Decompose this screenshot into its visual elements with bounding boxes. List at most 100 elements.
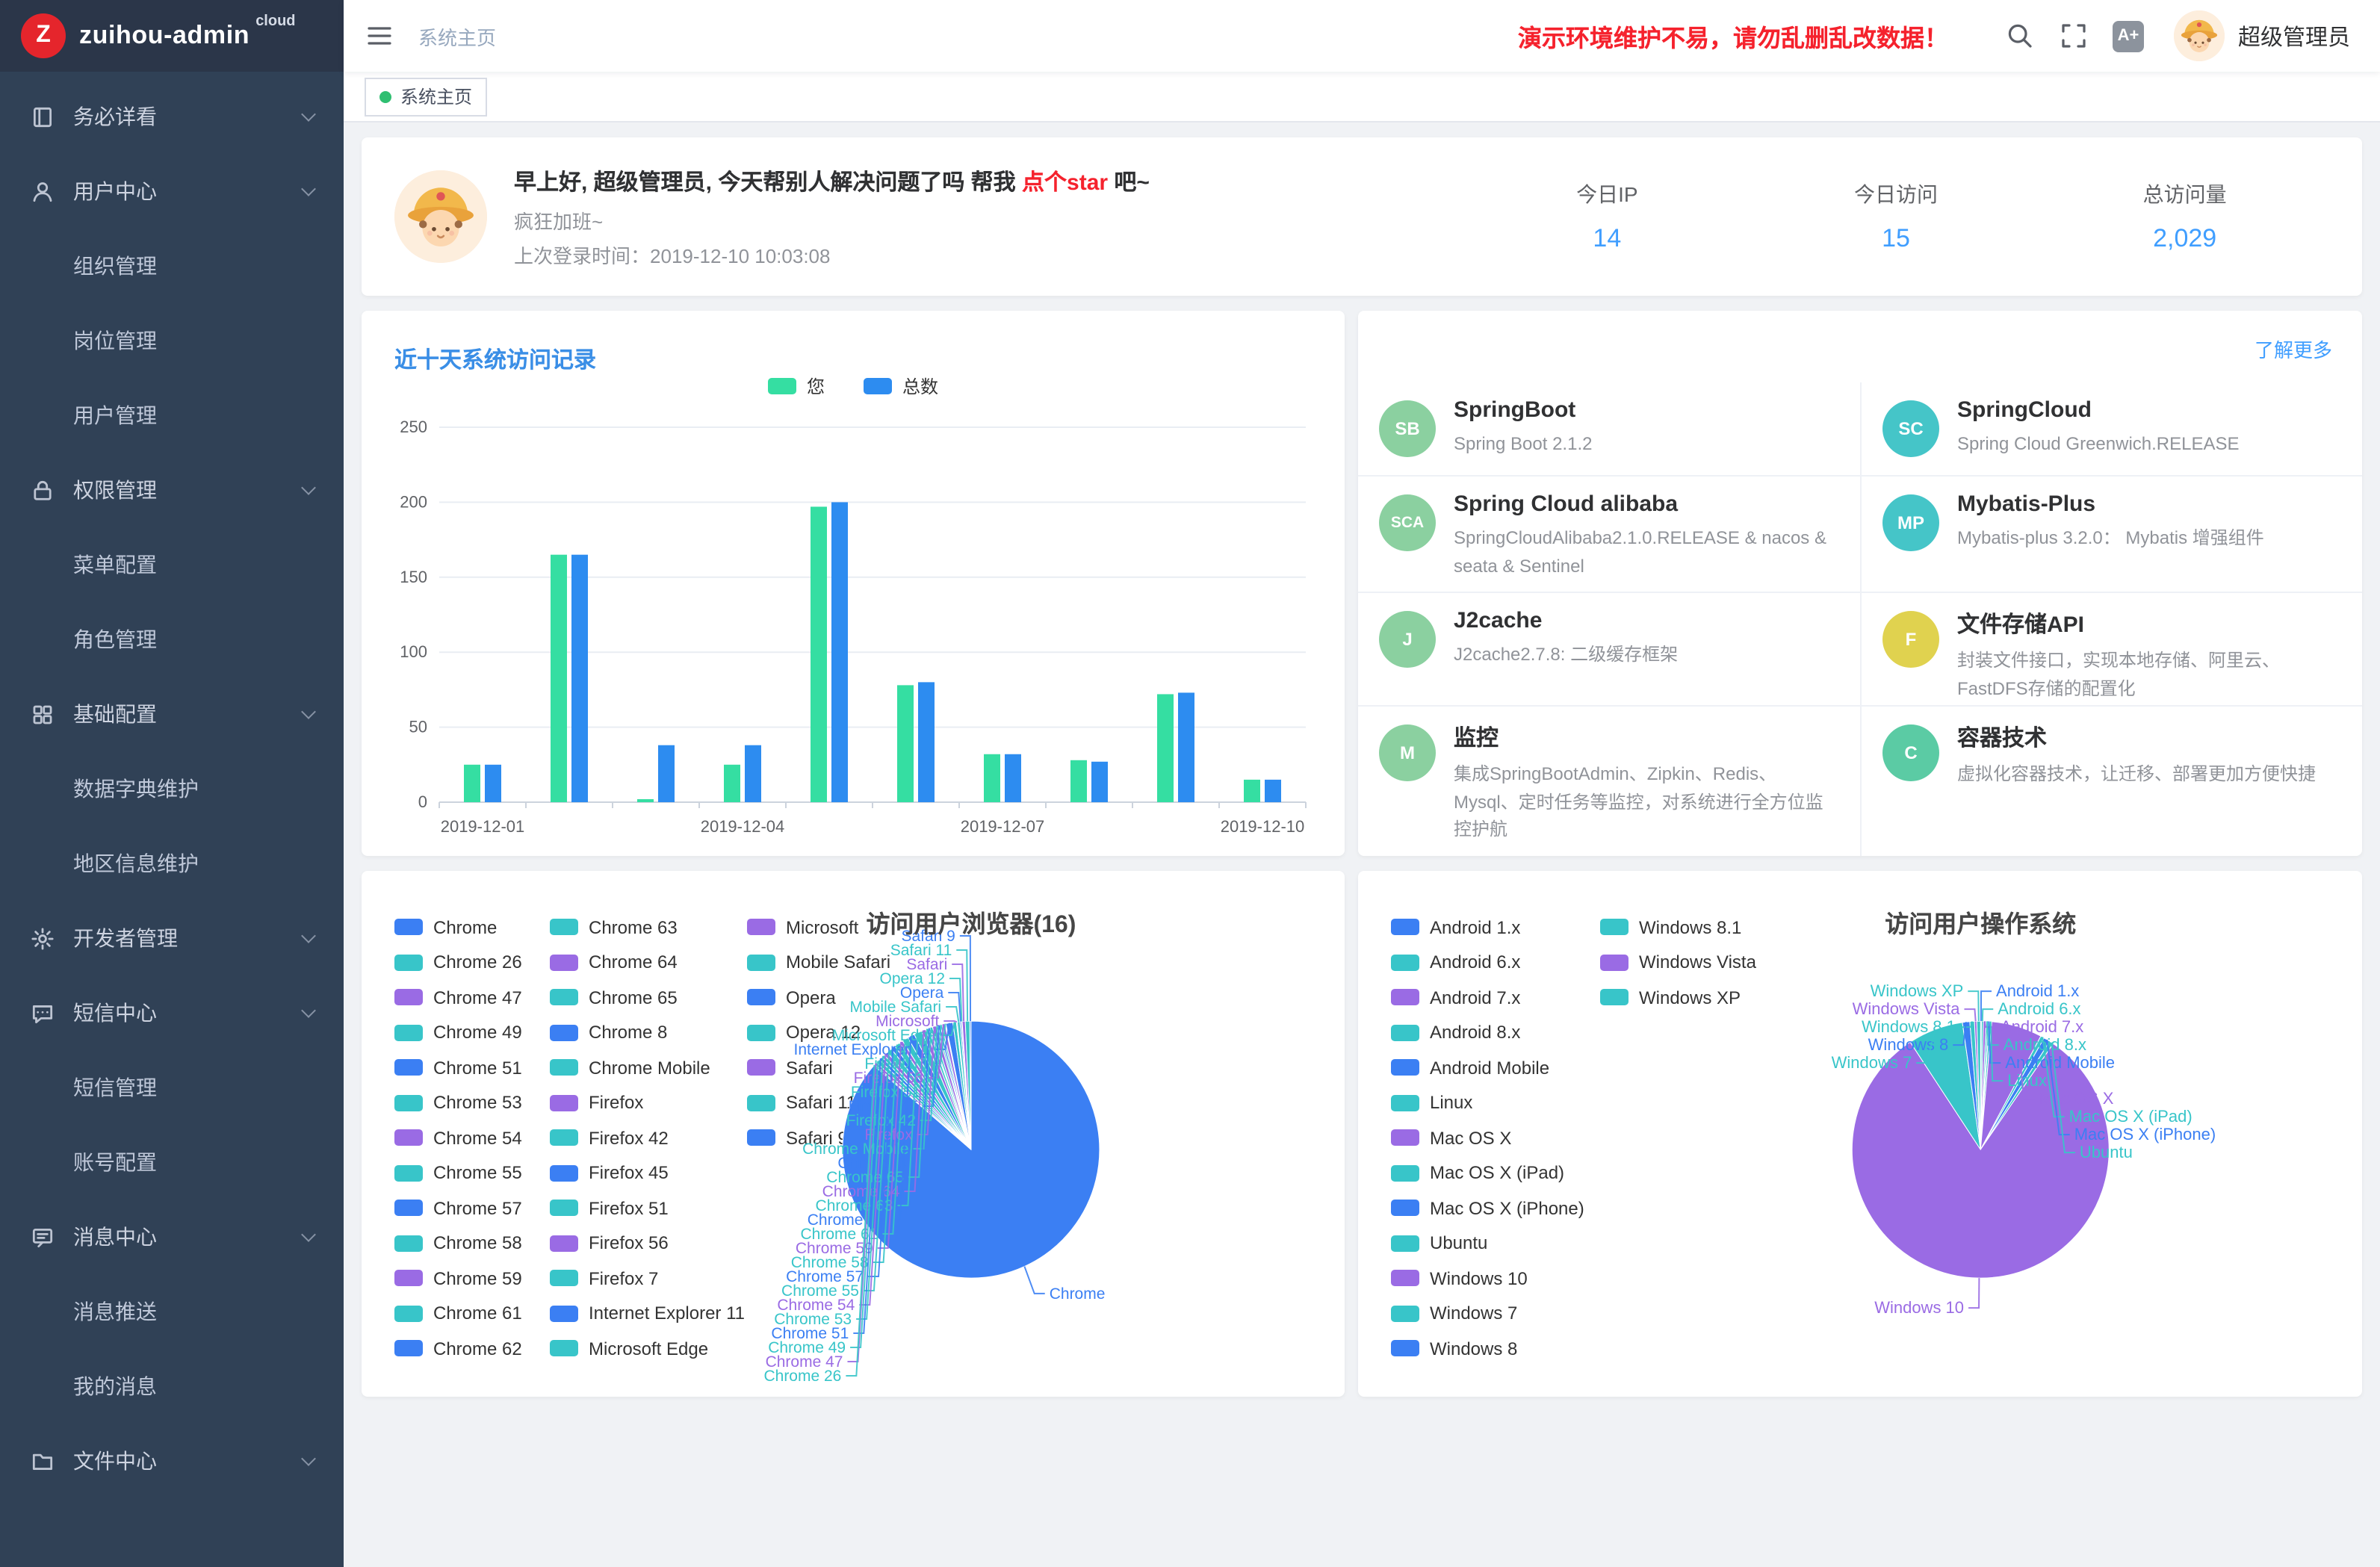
- pie-slice-windows-7[interactable]: [1910, 1023, 1980, 1149]
- pie-slice-safari[interactable]: [962, 1021, 971, 1149]
- legend-item-android-7.x[interactable]: Android 7.x: [1391, 980, 1600, 1015]
- legend-item-chrome-51[interactable]: Chrome 51: [394, 1050, 550, 1085]
- legend-item-windows-8.1[interactable]: Windows 8.1: [1600, 910, 1758, 945]
- legend-item-mac-os-x-(iphone)[interactable]: Mac OS X (iPhone): [1391, 1191, 1600, 1226]
- bar-您-2019-12-10[interactable]: [1244, 780, 1260, 802]
- legend-item-chrome-mobile[interactable]: Chrome Mobile: [550, 1050, 747, 1085]
- legend-item-chrome-61[interactable]: Chrome 61: [394, 1296, 550, 1331]
- star-link[interactable]: 点个star: [1022, 170, 1108, 195]
- sidebar-item-6-0[interactable]: 消息推送: [0, 1274, 344, 1349]
- legend-item-chrome-53[interactable]: Chrome 53: [394, 1085, 550, 1120]
- legend-item-chrome-62[interactable]: Chrome 62: [394, 1331, 550, 1366]
- legend-item-chrome-58[interactable]: Chrome 58: [394, 1226, 550, 1261]
- legend-item-chrome-64[interactable]: Chrome 64: [550, 945, 747, 980]
- fullscreen-icon[interactable]: [2059, 21, 2089, 51]
- search-icon[interactable]: [2005, 21, 2035, 51]
- pie-slice-android-6.x[interactable]: [1980, 1021, 1983, 1149]
- legend-item-chrome-65[interactable]: Chrome 65: [550, 980, 747, 1015]
- sidebar-item-1-2[interactable]: 用户管理: [0, 378, 344, 453]
- bar-您-2019-12-08[interactable]: [1070, 760, 1087, 802]
- legend-item-android-1.x[interactable]: Android 1.x: [1391, 910, 1600, 945]
- learn-more-link[interactable]: 了解更多: [2255, 335, 2332, 363]
- bar-您-2019-12-01[interactable]: [464, 765, 480, 802]
- bar-总数-2019-12-07[interactable]: [1005, 754, 1021, 802]
- legend-item-firefox-45[interactable]: Firefox 45: [550, 1155, 747, 1191]
- bar-legend-item-0[interactable]: 您: [768, 373, 825, 399]
- pie-slice-chrome-65[interactable]: [926, 1028, 971, 1149]
- pie-slice-opera-12[interactable]: [961, 1022, 971, 1150]
- pie-slice-microsoft-edge[interactable]: [953, 1022, 971, 1149]
- pie-slice-mac-os-x[interactable]: [1980, 1022, 2041, 1149]
- pie-slice-chrome-62[interactable]: [908, 1034, 971, 1149]
- bar-您-2019-12-04[interactable]: [724, 765, 740, 802]
- pie-slice-chrome-8[interactable]: [929, 1028, 971, 1149]
- legend-item-microsoft-edge[interactable]: Microsoft Edge: [550, 1331, 747, 1366]
- legend-item-chrome-59[interactable]: Chrome 59: [394, 1261, 550, 1296]
- sidebar-group-5[interactable]: 短信中心: [0, 975, 344, 1050]
- legend-item-windows-8[interactable]: Windows 8: [1391, 1331, 1600, 1366]
- pie-slice-firefox[interactable]: [932, 1026, 971, 1150]
- pie-slice-safari-9[interactable]: [970, 1021, 971, 1149]
- avatar[interactable]: [2174, 10, 2225, 61]
- pie-slice-android-8.x[interactable]: [1980, 1021, 1988, 1149]
- pie-slice-firefox-51[interactable]: [940, 1025, 971, 1150]
- legend-item-internet-explorer-11[interactable]: Internet Explorer 11: [550, 1296, 747, 1331]
- pie-slice-android-7.x[interactable]: [1980, 1021, 1986, 1149]
- sidebar-item-2-1[interactable]: 角色管理: [0, 602, 344, 677]
- pie-slice-firefox-7[interactable]: [945, 1023, 971, 1149]
- legend-item-chrome-55[interactable]: Chrome 55: [394, 1155, 550, 1191]
- pie-slice-windows-10[interactable]: [1852, 1042, 2109, 1278]
- legend-item-firefox-7[interactable]: Firefox 7: [550, 1261, 747, 1296]
- pie-slice-internet-explorer-11[interactable]: [946, 1023, 971, 1149]
- legend-item-android-mobile[interactable]: Android Mobile: [1391, 1050, 1600, 1085]
- sidebar-item-6-1[interactable]: 我的消息: [0, 1349, 344, 1424]
- sidebar-group-6[interactable]: 消息中心: [0, 1200, 344, 1274]
- pie-slice-chrome-64[interactable]: [922, 1029, 971, 1149]
- sidebar-item-5-0[interactable]: 短信管理: [0, 1050, 344, 1125]
- bar-您-2019-12-07[interactable]: [984, 754, 1000, 802]
- sidebar-group-1[interactable]: 用户中心: [0, 154, 344, 229]
- tab-home[interactable]: 系统主页: [365, 77, 487, 116]
- pie-slice-ubuntu[interactable]: [1980, 1041, 2053, 1149]
- legend-item-safari-11[interactable]: Safari 11: [747, 1085, 914, 1120]
- legend-item-firefox-51[interactable]: Firefox 51: [550, 1191, 747, 1226]
- legend-item-chrome-26[interactable]: Chrome 26: [394, 945, 550, 980]
- legend-item-opera-12[interactable]: Opera 12: [747, 1015, 914, 1050]
- pie-slice-windows-vista[interactable]: [1974, 1021, 1980, 1149]
- legend-item-chrome-49[interactable]: Chrome 49: [394, 1015, 550, 1050]
- legend-item-android-8.x[interactable]: Android 8.x: [1391, 1015, 1600, 1050]
- legend-item-ubuntu[interactable]: Ubuntu: [1391, 1226, 1600, 1261]
- pie-slice-linux[interactable]: [1980, 1022, 1992, 1150]
- bar-总数-2019-12-08[interactable]: [1091, 762, 1108, 802]
- legend-item-chrome-54[interactable]: Chrome 54: [394, 1120, 550, 1155]
- sidebar-item-5-1[interactable]: 账号配置: [0, 1125, 344, 1200]
- legend-item-chrome-8[interactable]: Chrome 8: [550, 1015, 747, 1050]
- pie-slice-firefox-42[interactable]: [936, 1025, 971, 1149]
- legend-item-windows-xp[interactable]: Windows XP: [1600, 980, 1758, 1015]
- legend-item-windows-10[interactable]: Windows 10: [1391, 1261, 1600, 1296]
- menu-fold-icon[interactable]: [365, 21, 394, 51]
- legend-item-android-6.x[interactable]: Android 6.x: [1391, 945, 1600, 980]
- pie-slice-opera[interactable]: [960, 1022, 971, 1149]
- legend-item-mobile-safari[interactable]: Mobile Safari: [747, 945, 914, 980]
- bar-您-2019-12-02[interactable]: [551, 555, 567, 802]
- legend-item-windows-vista[interactable]: Windows Vista: [1600, 945, 1758, 980]
- legend-item-safari[interactable]: Safari: [747, 1050, 914, 1085]
- legend-item-firefox-56[interactable]: Firefox 56: [550, 1226, 747, 1261]
- pie-slice-mac-os-x-(ipad)[interactable]: [1980, 1036, 2044, 1149]
- sidebar-group-7[interactable]: 文件中心: [0, 1424, 344, 1498]
- pie-slice-firefox-56[interactable]: [942, 1024, 971, 1149]
- bar-总数-2019-12-10[interactable]: [1265, 780, 1281, 802]
- pie-slice-windows-xp[interactable]: [1977, 1021, 1980, 1149]
- bar-总数-2019-12-01[interactable]: [485, 765, 501, 802]
- sidebar-group-4[interactable]: 开发者管理: [0, 901, 344, 975]
- pie-slice-android-mobile[interactable]: [1980, 1021, 1989, 1149]
- pie-slice-firefox-45[interactable]: [938, 1025, 971, 1149]
- legend-item-mac-os-x[interactable]: Mac OS X: [1391, 1120, 1600, 1155]
- bar-您-2019-12-03[interactable]: [637, 799, 654, 802]
- logo-bar[interactable]: Z zuihou-admin cloud: [0, 0, 344, 72]
- pie-slice-chrome-63[interactable]: [914, 1031, 971, 1149]
- pie-slice-mobile-safari[interactable]: [957, 1022, 970, 1149]
- pie-slice-windows-8[interactable]: [1962, 1022, 1980, 1149]
- pie-slice-chrome-mobile[interactable]: [930, 1027, 971, 1149]
